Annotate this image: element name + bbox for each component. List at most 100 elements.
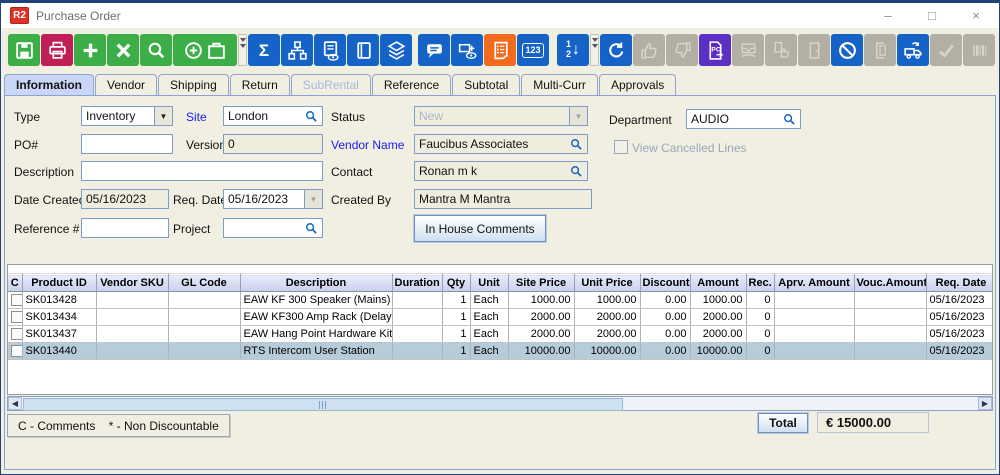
po-number-input[interactable] <box>81 134 173 154</box>
grid-cell <box>96 292 168 309</box>
column-header[interactable]: GL Code <box>168 275 240 292</box>
summary-button[interactable]: Σ <box>248 34 280 66</box>
grid-cell: 1000.00 <box>508 292 574 309</box>
search-button[interactable] <box>140 34 172 66</box>
total-button[interactable]: Total <box>758 413 808 433</box>
description-input[interactable] <box>81 161 323 181</box>
delete-button[interactable] <box>107 34 139 66</box>
grid-cell: 1 <box>442 309 470 326</box>
column-header[interactable]: Req. Date <box>926 275 993 292</box>
vendor-name-field[interactable]: Faucibus Associates <box>414 134 588 154</box>
app-logo-icon: R2 <box>10 7 29 24</box>
grid-cell: 2000.00 <box>690 326 746 343</box>
catalog-button[interactable] <box>347 34 379 66</box>
column-header[interactable]: Rec. <box>746 275 774 292</box>
chevron-down-icon[interactable]: ▼ <box>154 107 172 125</box>
vendor-search-icon[interactable] <box>570 138 583 151</box>
column-header[interactable]: Unit Price <box>574 275 640 292</box>
column-header[interactable]: Aprv. Amount <box>774 275 854 292</box>
add-items-button[interactable] <box>173 34 237 66</box>
column-header[interactable]: C <box>8 275 22 292</box>
in-house-comments-button[interactable]: In House Comments <box>414 215 546 242</box>
close-button[interactable]: × <box>969 8 983 23</box>
refresh-button[interactable] <box>600 34 632 66</box>
table-row[interactable]: SK013440RTS Intercom User Station1Each10… <box>8 343 993 360</box>
ship-button[interactable] <box>897 34 929 66</box>
column-header[interactable]: Vouc.Amount <box>854 275 926 292</box>
scroll-left-arrow-icon[interactable]: ◀ <box>8 397 22 410</box>
req-date-combobox[interactable]: 05/16/2023 ▼ <box>223 189 323 209</box>
tab-information[interactable]: Information <box>4 74 94 96</box>
column-header[interactable]: Description <box>240 275 392 292</box>
table-row[interactable]: SK013434EAW KF300 Amp Rack (Delays)1Each… <box>8 309 993 326</box>
minimize-button[interactable]: – <box>881 8 895 23</box>
grid-horizontal-scrollbar[interactable]: ◀ ▶ <box>7 396 993 411</box>
column-header[interactable]: Qty <box>442 275 470 292</box>
row-checkbox[interactable] <box>11 311 22 323</box>
exit-door-icon <box>870 40 891 61</box>
tab-shipping[interactable]: Shipping <box>158 74 229 96</box>
table-row[interactable]: SK013428EAW KF 300 Speaker (Mains)1Each1… <box>8 292 993 309</box>
version-label: Version <box>186 138 226 152</box>
site-field[interactable]: London <box>223 106 323 126</box>
toolbar-overflow-control-2[interactable] <box>590 34 599 66</box>
column-header[interactable]: Product ID <box>22 275 96 292</box>
view-layers-button[interactable] <box>380 34 412 66</box>
scrollbar-thumb[interactable] <box>23 398 623 411</box>
row-checkbox[interactable] <box>11 345 22 357</box>
column-header[interactable]: Site Price <box>508 275 574 292</box>
project-input[interactable] <box>223 218 323 238</box>
department-field[interactable]: AUDIO <box>686 109 801 129</box>
table-row[interactable]: SK013437EAW Hang Point Hardware Kit1Each… <box>8 326 993 343</box>
sort-button[interactable]: 12↓ <box>557 34 589 66</box>
contact-search-icon[interactable] <box>570 165 583 178</box>
site-search-icon[interactable] <box>305 110 318 123</box>
maximize-button[interactable]: □ <box>925 8 939 23</box>
comments-button[interactable] <box>418 34 450 66</box>
numbers-icon: 123 <box>522 43 543 58</box>
hierarchy-button[interactable] <box>281 34 313 66</box>
column-header[interactable]: Unit <box>470 275 508 292</box>
grid-cell <box>854 326 926 343</box>
numbering-button[interactable]: 123 <box>517 34 549 66</box>
tab-vendor[interactable]: Vendor <box>95 74 157 96</box>
column-header[interactable]: Discount <box>640 275 690 292</box>
grid-cell <box>392 309 442 326</box>
grid-cell: 0.00 <box>640 292 690 309</box>
view-notes-button[interactable] <box>314 34 346 66</box>
toolbar-overflow-control[interactable] <box>238 34 247 66</box>
grid-cell: 1 <box>442 292 470 309</box>
add-button[interactable] <box>74 34 106 66</box>
tab-subtotal[interactable]: Subtotal <box>452 74 520 96</box>
column-header[interactable]: Vendor SKU <box>96 275 168 292</box>
inbox-hand-icon <box>738 40 759 61</box>
tab-return[interactable]: Return <box>230 74 290 96</box>
created-by-label: Created By <box>331 193 391 207</box>
print-button[interactable] <box>41 34 73 66</box>
tab-reference[interactable]: Reference <box>372 74 451 96</box>
project-search-icon[interactable] <box>305 222 318 235</box>
scroll-right-arrow-icon[interactable]: ▶ <box>978 397 992 410</box>
tab-multi-curr[interactable]: Multi-Curr <box>521 74 598 96</box>
row-checkbox[interactable] <box>11 294 22 306</box>
department-search-icon[interactable] <box>783 113 796 126</box>
grid-cell: EAW KF300 Amp Rack (Delays) <box>240 309 392 326</box>
column-header[interactable]: Duration <box>392 275 442 292</box>
tab-approvals[interactable]: Approvals <box>599 74 676 96</box>
save-button[interactable] <box>8 34 40 66</box>
grid-cell: 10000.00 <box>690 343 746 360</box>
chevron-down-icon[interactable]: ▼ <box>304 190 322 208</box>
cancel-button[interactable] <box>831 34 863 66</box>
reference-input[interactable] <box>81 218 169 238</box>
contact-field[interactable]: Ronan m k <box>414 161 588 181</box>
plus-icon <box>80 40 101 61</box>
column-header[interactable]: Amount <box>690 275 746 292</box>
view-tag-button[interactable] <box>451 34 483 66</box>
row-checkbox[interactable] <box>11 328 22 340</box>
tab-subrental: SubRental <box>291 74 371 96</box>
po-document-button[interactable]: PO <box>699 34 731 66</box>
grid-cell <box>168 309 240 326</box>
view-cancelled-lines-label: View Cancelled Lines <box>632 141 747 155</box>
po-lines-button[interactable] <box>484 34 516 66</box>
type-combobox[interactable]: Inventory ▼ <box>81 106 173 126</box>
